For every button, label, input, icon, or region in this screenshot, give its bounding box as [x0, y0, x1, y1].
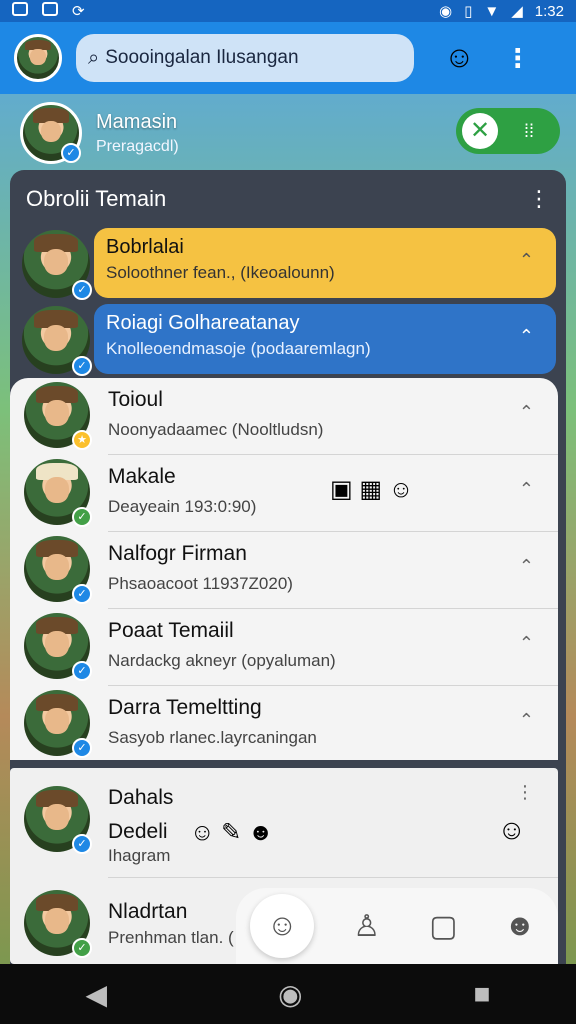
signal-icon: ◢: [511, 3, 523, 20]
more-options-icon[interactable]: ⋮: [505, 43, 531, 74]
chevron-up-icon[interactable]: ⌃: [519, 326, 534, 347]
search-bar[interactable]: ⌕ Soooingalan Ilusangan: [76, 34, 414, 82]
status-bar: ⟳ ◉ ▯ ▼ ◢ 1:32: [0, 0, 576, 22]
sticker-icons: ☺ ✎ ☻: [190, 819, 274, 846]
chat-avatar: ★: [24, 382, 92, 450]
row-subtitle: Noonyadaamec (Nooltludsn): [108, 420, 324, 439]
badge-icon: ✓: [72, 507, 92, 527]
panel-title: Obrolii Temain: [26, 186, 167, 211]
close-icon: ✕: [462, 113, 498, 149]
row-subtitle: Nardackg akneyr (opyaluman): [108, 651, 336, 670]
chat-title: Roiagi Golhareatanay: [106, 312, 300, 334]
chat-avatar: ✓: [24, 786, 92, 854]
tab-chat-icon[interactable]: ▢: [419, 902, 467, 950]
chat-list: ★ Toioul Noonyadaamec (Nooltludsn) ⌃ ✓ M…: [10, 378, 558, 760]
chat-avatar: ✓: [24, 536, 92, 604]
chat-avatar: ✓: [24, 890, 92, 958]
recents-icon[interactable]: ■: [474, 978, 491, 1010]
row-subtitle: Dedeli: [108, 820, 168, 843]
grid-icon: ⁞⁞: [524, 120, 535, 141]
chat-avatar: ✓: [24, 613, 92, 681]
row-subtitle: Deayeain 193:0:90): [108, 497, 257, 516]
chat-bubble-active[interactable]: Roiagi Golhareatanay Knolleoendmasoje (p…: [94, 304, 556, 374]
user-avatar[interactable]: [14, 34, 62, 82]
row-subtitle: Phsaoacoot 11937Z020): [108, 574, 293, 593]
row-subtitle-secondary: Ihagram: [108, 846, 171, 865]
chat-avatar: ✓: [22, 306, 92, 376]
row-title: Toioul: [108, 388, 163, 411]
chat-subtitle: Knolleoendmasoje (podaaremlagn): [106, 339, 371, 358]
chat-bubble-highlight[interactable]: Bobrlalai Soloothner fean., (Ikeoalounn)…: [94, 228, 556, 298]
list-item[interactable]: ✓ Dahals Dedeli Ihagram ☺ ✎ ☻ ⋮ ☺: [10, 768, 558, 878]
chevron-up-icon[interactable]: ⌃: [519, 250, 534, 271]
panel-more-icon[interactable]: ⋮: [528, 186, 550, 212]
system-navigation: ◀ ◉ ■: [0, 964, 576, 1024]
row-title: Nalfogr Firman: [108, 542, 247, 565]
chat-item[interactable]: ✓ Bobrlalai Soloothner fean., (Ikeoaloun…: [10, 228, 566, 300]
verified-badge-icon: ✓: [72, 280, 92, 300]
back-icon[interactable]: ◀: [86, 978, 108, 1011]
verified-badge-icon: ✓: [72, 738, 92, 758]
profile-name: Mamasin: [96, 110, 178, 133]
chat-panel: Obrolii Temain ⋮ ✓ Bobrlalai Soloothner …: [10, 170, 566, 964]
chevron-up-icon[interactable]: ⌃: [519, 556, 534, 577]
sticker-icons: ▣ ▦ ☺: [330, 476, 414, 503]
chevron-up-icon[interactable]: ⌃: [519, 479, 534, 500]
profile-status: Preragacdl): [96, 137, 179, 155]
profile-avatar[interactable]: ✓: [20, 102, 82, 164]
row-subtitle: Sasyob rlanec.layrcaningan: [108, 728, 317, 747]
battery-icon: ▯: [464, 3, 473, 20]
search-placeholder: Soooingalan Ilusangan: [105, 47, 299, 68]
verified-badge-icon: ✓: [72, 356, 92, 376]
chevron-up-icon[interactable]: ⌃: [519, 710, 534, 731]
chat-subtitle: Soloothner fean., (Ikeoalounn): [106, 263, 335, 282]
list-item[interactable]: ✓ Nalfogr Firman Phsaoacoot 11937Z020) ⌃: [10, 532, 558, 609]
badge-icon: ★: [72, 430, 92, 450]
list-item[interactable]: ✓ Poaat Temaiil Nardackg akneyr (opyalum…: [10, 609, 558, 686]
home-icon[interactable]: ◉: [278, 978, 302, 1011]
clock: 1:32: [534, 2, 564, 20]
verified-badge-icon: ✓: [61, 143, 81, 163]
notification-icon: [42, 2, 58, 16]
chat-avatar: ✓: [24, 690, 92, 758]
search-icon: ⌕: [88, 46, 100, 69]
row-title: Nladrtan: [108, 900, 188, 923]
row-title: Makale: [108, 465, 176, 488]
chat-avatar: ✓: [24, 459, 92, 527]
chevron-up-icon[interactable]: ⌃: [519, 402, 534, 423]
more-options-icon[interactable]: ⋮: [516, 782, 534, 803]
emoji-icon[interactable]: ☺: [444, 41, 475, 75]
chat-avatar: ✓: [22, 230, 92, 300]
list-item[interactable]: ✓ Darra Temeltting Sasyob rlanec.layrcan…: [10, 686, 558, 763]
tab-community-icon[interactable]: ☻: [496, 902, 544, 950]
profile-row[interactable]: ✓ Mamasin Preragacdl) ✕ ⁞⁞: [20, 98, 560, 168]
tab-home-icon[interactable]: ☺: [250, 894, 315, 958]
verified-badge-icon: ✓: [72, 661, 92, 681]
row-title: Poaat Temaiil: [108, 619, 234, 642]
bottom-tab-bar: ☺ ♙ ▢ ☻: [236, 888, 558, 964]
verified-badge-icon: ✓: [72, 584, 92, 604]
chat-item[interactable]: ✓ Roiagi Golhareatanay Knolleoendmasoje …: [10, 304, 566, 376]
row-title: Dahals: [108, 786, 174, 809]
verified-badge-icon: ✓: [72, 834, 92, 854]
chat-title: Bobrlalai: [106, 236, 184, 258]
list-item[interactable]: ★ Toioul Noonyadaamec (Nooltludsn) ⌃: [10, 378, 558, 455]
tab-profile-icon[interactable]: ♙: [343, 902, 391, 950]
notification-icon: [12, 2, 28, 16]
list-item[interactable]: ✓ Makale Deayeain 193:0:90) ▣ ▦ ☺ ⌃: [10, 455, 558, 532]
status-toggle[interactable]: ✕ ⁞⁞: [456, 108, 560, 154]
row-subtitle: Prenhman tlan. (: [108, 928, 234, 947]
emoji-icon: ☺: [497, 814, 526, 845]
badge-icon: ✓: [72, 938, 92, 958]
sync-icon: ⟳: [72, 3, 85, 20]
chevron-up-icon[interactable]: ⌃: [519, 633, 534, 654]
top-app-bar: ⌕ Soooingalan Ilusangan ☺ ⋮: [0, 22, 576, 94]
alarm-icon: ◉: [439, 3, 453, 20]
row-title: Darra Temeltting: [108, 696, 262, 719]
wifi-icon: ▼: [484, 2, 500, 20]
panel-header: Obrolii Temain ⋮: [10, 170, 566, 228]
